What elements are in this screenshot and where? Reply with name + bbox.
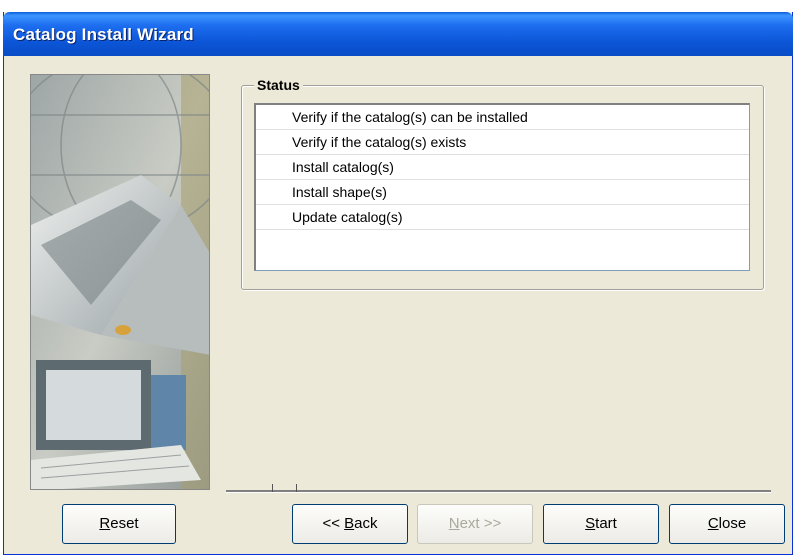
close-button[interactable]: Close <box>669 504 785 544</box>
status-legend: Status <box>254 77 303 93</box>
divider-tick <box>272 484 273 492</box>
close-label: lose <box>718 515 747 532</box>
status-item: Verify if the catalog(s) can be installe… <box>256 105 749 130</box>
reset-button[interactable]: Reset <box>62 504 176 544</box>
next-accelerator: N <box>448 515 460 532</box>
start-label: tart <box>595 515 617 532</box>
status-list[interactable]: Verify if the catalog(s) can be installe… <box>254 103 750 271</box>
wizard-side-illustration <box>30 74 210 490</box>
status-item: Verify if the catalog(s) exists <box>256 130 749 155</box>
back-accelerator: B <box>344 515 355 532</box>
reset-accelerator: R <box>99 515 111 532</box>
status-item: Install shape(s) <box>256 180 749 205</box>
next-label: ext >> <box>459 515 502 532</box>
reset-label: eset <box>110 515 139 532</box>
next-button[interactable]: Next >> <box>417 504 533 544</box>
window-title: Catalog Install Wizard <box>13 25 194 44</box>
back-label: ack <box>354 515 378 532</box>
back-prefix: << <box>322 515 345 532</box>
title-bar[interactable]: Catalog Install Wizard <box>3 12 793 56</box>
status-item: Update catalog(s) <box>256 205 749 230</box>
divider-tick <box>296 484 297 492</box>
start-button[interactable]: Start <box>543 504 659 544</box>
start-accelerator: S <box>585 515 596 532</box>
status-item: Install catalog(s) <box>256 155 749 180</box>
close-accelerator: C <box>707 515 719 532</box>
footer-divider <box>226 490 771 493</box>
back-button[interactable]: << Back <box>292 504 408 544</box>
